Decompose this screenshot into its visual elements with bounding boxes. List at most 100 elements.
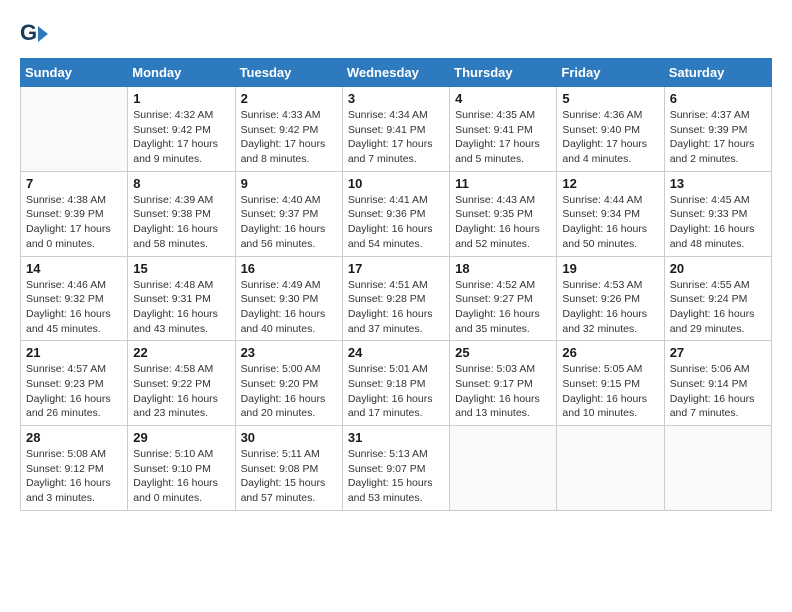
svg-text:G: G [20, 20, 37, 45]
day-number: 16 [241, 261, 337, 276]
day-number: 31 [348, 430, 444, 445]
day-number: 4 [455, 91, 551, 106]
calendar-cell: 12Sunrise: 4:44 AM Sunset: 9:34 PM Dayli… [557, 171, 664, 256]
day-number: 7 [26, 176, 122, 191]
calendar-cell: 3 Sunrise: 4:34 AM Sunset: 9:41 PM Daylig… [342, 87, 449, 172]
day-number: 6 [670, 91, 766, 106]
day-number: 10 [348, 176, 444, 191]
weekday-header-monday: Monday [128, 59, 235, 87]
calendar-cell: 25 Sunrise: 5:03 AM Sunset: 9:17 PM Dayli… [450, 341, 557, 426]
calendar-cell: 28Sunrise: 5:08 AM Sunset: 9:12 PM Dayli… [21, 426, 128, 511]
day-number: 13 [670, 176, 766, 191]
day-number: 18 [455, 261, 551, 276]
day-info: Sunrise: 5:00 AM Sunset: 9:20 PM Dayligh… [241, 362, 337, 421]
page-header: G [20, 20, 772, 48]
calendar-cell: 22 Sunrise: 4:58 AM Sunset: 9:22 PM Dayli… [128, 341, 235, 426]
calendar-cell [21, 87, 128, 172]
day-info: Sunrise: 5:10 AM Sunset: 9:10 PM Dayligh… [133, 447, 229, 506]
logo: G [20, 20, 52, 48]
day-info: Sunrise: 5:03 AM Sunset: 9:17 PM Dayligh… [455, 362, 551, 421]
weekday-header-thursday: Thursday [450, 59, 557, 87]
day-number: 25 [455, 345, 551, 360]
calendar-cell: 20 Sunrise: 4:55 AM Sunset: 9:24 PM Dayli… [664, 256, 771, 341]
day-info: Sunrise: 4:40 AM Sunset: 9:37 PM Dayligh… [241, 193, 337, 252]
day-number: 26 [562, 345, 658, 360]
day-info: Sunrise: 4:58 AM Sunset: 9:22 PM Dayligh… [133, 362, 229, 421]
day-number: 17 [348, 261, 444, 276]
calendar-cell [664, 426, 771, 511]
week-row-3: 14 Sunrise: 4:46 AM Sunset: 9:32 PM Dayli… [21, 256, 772, 341]
weekday-header-saturday: Saturday [664, 59, 771, 87]
day-number: 19 [562, 261, 658, 276]
weekday-header-tuesday: Tuesday [235, 59, 342, 87]
calendar-cell: 10 Sunrise: 4:41 AM Sunset: 9:36 PM Dayli… [342, 171, 449, 256]
day-number: 1 [133, 91, 229, 106]
calendar-cell: 21 Sunrise: 4:57 AM Sunset: 9:23 PM Dayli… [21, 341, 128, 426]
day-info: Sunrise: 4:35 AM Sunset: 9:41 PM Dayligh… [455, 108, 551, 167]
day-number: 30 [241, 430, 337, 445]
day-info: Sunrise: 4:43 AM Sunset: 9:35 PM Dayligh… [455, 193, 551, 252]
day-number: 29 [133, 430, 229, 445]
calendar-cell: 7 Sunrise: 4:38 AM Sunset: 9:39 PM Daylig… [21, 171, 128, 256]
day-number: 11 [455, 176, 551, 191]
calendar-cell: 27 Sunrise: 5:06 AM Sunset: 9:14 PM Dayli… [664, 341, 771, 426]
day-info: Sunrise: 5:06 AM Sunset: 9:14 PM Dayligh… [670, 362, 766, 421]
calendar-cell: 11 Sunrise: 4:43 AM Sunset: 9:35 PM Dayli… [450, 171, 557, 256]
calendar-cell: 19 Sunrise: 4:53 AM Sunset: 9:26 PM Dayli… [557, 256, 664, 341]
day-number: 28 [26, 430, 122, 445]
calendar-cell [557, 426, 664, 511]
day-number: 9 [241, 176, 337, 191]
calendar-cell: 31Sunrise: 5:13 AM Sunset: 9:07 PM Dayli… [342, 426, 449, 511]
day-number: 2 [241, 91, 337, 106]
day-info: Sunrise: 4:46 AM Sunset: 9:32 PM Dayligh… [26, 278, 122, 337]
week-row-5: 28Sunrise: 5:08 AM Sunset: 9:12 PM Dayli… [21, 426, 772, 511]
day-number: 15 [133, 261, 229, 276]
weekday-header-friday: Friday [557, 59, 664, 87]
calendar-cell: 2 Sunrise: 4:33 AM Sunset: 9:42 PM Daylig… [235, 87, 342, 172]
calendar-cell: 6 Sunrise: 4:37 AM Sunset: 9:39 PM Daylig… [664, 87, 771, 172]
day-info: Sunrise: 5:11 AM Sunset: 9:08 PM Dayligh… [241, 447, 337, 506]
weekday-header-wednesday: Wednesday [342, 59, 449, 87]
day-info: Sunrise: 4:45 AM Sunset: 9:33 PM Dayligh… [670, 193, 766, 252]
calendar-cell: 18 Sunrise: 4:52 AM Sunset: 9:27 PM Dayli… [450, 256, 557, 341]
day-number: 27 [670, 345, 766, 360]
day-number: 14 [26, 261, 122, 276]
day-number: 24 [348, 345, 444, 360]
day-number: 22 [133, 345, 229, 360]
day-info: Sunrise: 4:44 AM Sunset: 9:34 PM Dayligh… [562, 193, 658, 252]
calendar-cell: 30 Sunrise: 5:11 AM Sunset: 9:08 PM Dayli… [235, 426, 342, 511]
day-info: Sunrise: 4:51 AM Sunset: 9:28 PM Dayligh… [348, 278, 444, 337]
day-number: 3 [348, 91, 444, 106]
calendar-table: SundayMondayTuesdayWednesdayThursdayFrid… [20, 58, 772, 511]
day-number: 21 [26, 345, 122, 360]
calendar-cell [450, 426, 557, 511]
day-info: Sunrise: 4:49 AM Sunset: 9:30 PM Dayligh… [241, 278, 337, 337]
weekday-header-sunday: Sunday [21, 59, 128, 87]
calendar-cell: 9 Sunrise: 4:40 AM Sunset: 9:37 PM Daylig… [235, 171, 342, 256]
day-info: Sunrise: 4:36 AM Sunset: 9:40 PM Dayligh… [562, 108, 658, 167]
day-info: Sunrise: 4:38 AM Sunset: 9:39 PM Dayligh… [26, 193, 122, 252]
week-row-1: 1 Sunrise: 4:32 AM Sunset: 9:42 PM Daylig… [21, 87, 772, 172]
weekday-header-row: SundayMondayTuesdayWednesdayThursdayFrid… [21, 59, 772, 87]
day-info: Sunrise: 4:52 AM Sunset: 9:27 PM Dayligh… [455, 278, 551, 337]
calendar-cell: 1 Sunrise: 4:32 AM Sunset: 9:42 PM Daylig… [128, 87, 235, 172]
day-info: Sunrise: 4:53 AM Sunset: 9:26 PM Dayligh… [562, 278, 658, 337]
day-info: Sunrise: 4:37 AM Sunset: 9:39 PM Dayligh… [670, 108, 766, 167]
day-info: Sunrise: 4:41 AM Sunset: 9:36 PM Dayligh… [348, 193, 444, 252]
week-row-4: 21 Sunrise: 4:57 AM Sunset: 9:23 PM Dayli… [21, 341, 772, 426]
calendar-cell: 17 Sunrise: 4:51 AM Sunset: 9:28 PM Dayli… [342, 256, 449, 341]
calendar-cell: 8Sunrise: 4:39 AM Sunset: 9:38 PM Daylig… [128, 171, 235, 256]
day-info: Sunrise: 4:55 AM Sunset: 9:24 PM Dayligh… [670, 278, 766, 337]
day-info: Sunrise: 4:32 AM Sunset: 9:42 PM Dayligh… [133, 108, 229, 167]
calendar-cell: 5Sunrise: 4:36 AM Sunset: 9:40 PM Daylig… [557, 87, 664, 172]
day-info: Sunrise: 4:33 AM Sunset: 9:42 PM Dayligh… [241, 108, 337, 167]
day-info: Sunrise: 4:57 AM Sunset: 9:23 PM Dayligh… [26, 362, 122, 421]
day-number: 20 [670, 261, 766, 276]
day-info: Sunrise: 4:34 AM Sunset: 9:41 PM Dayligh… [348, 108, 444, 167]
calendar-cell: 14 Sunrise: 4:46 AM Sunset: 9:32 PM Dayli… [21, 256, 128, 341]
day-number: 23 [241, 345, 337, 360]
calendar-cell: 29 Sunrise: 5:10 AM Sunset: 9:10 PM Dayli… [128, 426, 235, 511]
day-info: Sunrise: 5:05 AM Sunset: 9:15 PM Dayligh… [562, 362, 658, 421]
calendar-cell: 16 Sunrise: 4:49 AM Sunset: 9:30 PM Dayli… [235, 256, 342, 341]
day-info: Sunrise: 4:39 AM Sunset: 9:38 PM Dayligh… [133, 193, 229, 252]
